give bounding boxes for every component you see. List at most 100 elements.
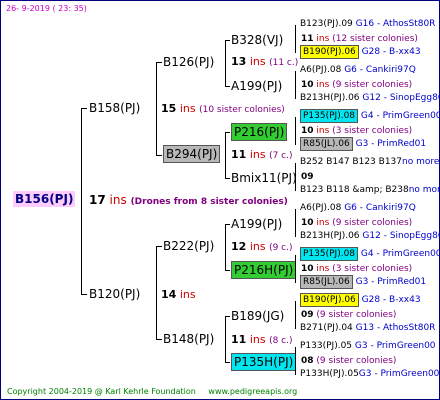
gen4-row-6: B252 B147 B123 B137no more bbox=[300, 158, 439, 167]
gen3-connector-4 bbox=[295, 209, 296, 237]
gen1-connector-0 bbox=[156, 62, 157, 155]
gen4-queen-13[interactable]: B271(PJ).04 bbox=[300, 323, 353, 333]
gen2-ins-3: 11 ins (8 c.) bbox=[231, 334, 293, 346]
gen4-queen-0[interactable]: B123(PJ).09 bbox=[300, 19, 353, 29]
gen3-connector-7 bbox=[295, 347, 296, 375]
gen1-connector-0-top bbox=[156, 62, 162, 63]
gen3-queen-1[interactable]: A199(PJ) bbox=[231, 80, 282, 92]
gen3-count-1: 10 bbox=[301, 80, 314, 90]
gen2-connector-3 bbox=[225, 316, 226, 362]
gen4-row-5: R85(JL).06 G3 - PrimRed01 bbox=[300, 137, 426, 151]
gen4-info-14: G3 - PrimGreen00 bbox=[354, 341, 436, 351]
gen4-queen-15[interactable]: P133H(PJ).05 bbox=[300, 369, 359, 379]
gen3-connector-5 bbox=[295, 255, 296, 283]
gen4-queen-5[interactable]: R85(JL).06 bbox=[300, 137, 353, 151]
gen1-queen-1[interactable]: B120(PJ) bbox=[89, 288, 140, 300]
gen3-ins-3: 09 bbox=[301, 173, 314, 182]
gen3-ins-label-1: ins bbox=[316, 80, 330, 90]
gen4-queen-3[interactable]: B213H(PJ).06 bbox=[300, 93, 360, 103]
gen4-queen-11[interactable]: R85(JL).06 bbox=[300, 275, 353, 289]
footer-url[interactable]: www.pedigreeapis.org bbox=[208, 387, 297, 396]
gen4-info-6: no more bbox=[402, 157, 440, 167]
gen3-queen-0[interactable]: B328(VJ) bbox=[231, 34, 283, 46]
gen4-queen-14[interactable]: P133(PJ).05 bbox=[300, 341, 352, 351]
gen2-connector-0-top bbox=[225, 40, 230, 41]
gen3-queen-5-label[interactable]: P216H(PJ) bbox=[231, 261, 297, 279]
gen4-info-11: G3 - PrimRed01 bbox=[355, 277, 427, 287]
gen4-queen-8[interactable]: A6(PJ).08 bbox=[300, 203, 341, 213]
gen2-note-0: (11 c.) bbox=[269, 58, 299, 68]
gen2-connector-1-top bbox=[225, 132, 230, 133]
gen3-connector-2 bbox=[295, 117, 296, 145]
gen4-queen-10[interactable]: P135(PJ).08 bbox=[300, 247, 359, 261]
gen2-queen-3[interactable]: B148(PJ) bbox=[163, 333, 214, 345]
gen2-ins-label-1: ins bbox=[249, 148, 266, 161]
gen2-queen-2[interactable]: B222(PJ) bbox=[163, 240, 214, 252]
gen4-queen-12[interactable]: B190(PJ).06 bbox=[300, 293, 359, 307]
gen4-queen-2[interactable]: A6(PJ).08 bbox=[300, 65, 341, 75]
root-queen-label[interactable]: B156(PJ) bbox=[13, 191, 76, 207]
gen1-ins-1: 14 ins bbox=[161, 289, 196, 300]
pedigree-frame: 26- 9-2019 ( 23: 35) B156(PJ) 17 ins (Dr… bbox=[0, 0, 440, 400]
gen2-note-1: (7 c.) bbox=[269, 151, 293, 161]
gen3-queen-7-label[interactable]: P135H(PJ) bbox=[231, 353, 297, 371]
gen4-queen-4[interactable]: P135(PJ).08 bbox=[300, 109, 359, 123]
gen2-ins-2: 12 ins (9 c.) bbox=[231, 241, 293, 253]
gen2-connector-1 bbox=[225, 132, 226, 178]
gen2-queen-1-label[interactable]: B294(PJ) bbox=[163, 145, 221, 163]
root-count: 17 bbox=[89, 193, 106, 207]
gen3-count-6: 09 bbox=[301, 310, 314, 320]
gen4-info-1: G28 - B-xx43 bbox=[361, 47, 421, 57]
gen2-ins-1: 11 ins (7 c.) bbox=[231, 149, 293, 161]
gen4-queen-7[interactable]: B123 B118 &amp; B238 bbox=[300, 185, 409, 195]
gen2-connector-2-top bbox=[225, 224, 230, 225]
gen1-count-0: 15 bbox=[161, 102, 177, 115]
gen2-queen-1[interactable]: B294(PJ) bbox=[163, 145, 221, 163]
gen3-queen-4[interactable]: A199(PJ) bbox=[231, 218, 282, 230]
root-note: (Drones from 8 sister colonies) bbox=[130, 197, 288, 207]
gen1-queen-0[interactable]: B158(PJ) bbox=[89, 102, 140, 114]
gen3-ins-0: 11 ins (12 sister colonies) bbox=[301, 35, 418, 44]
gen3-count-2: 10 bbox=[301, 126, 314, 136]
gen1-ins-label-1: ins bbox=[179, 288, 196, 301]
footer-copyright: Copyright 2004-2019 @ Karl Kehrle Founda… bbox=[7, 387, 196, 396]
gen2-note-2: (9 c.) bbox=[269, 243, 293, 253]
gen3-queen-2[interactable]: P216(PJ) bbox=[231, 123, 288, 141]
gen3-note-7: (9 sister colonies) bbox=[316, 356, 397, 366]
gen4-queen-9[interactable]: B213H(PJ).06 bbox=[300, 231, 360, 241]
gen2-count-2: 12 bbox=[231, 240, 247, 253]
gen3-connector-3 bbox=[295, 163, 296, 191]
gen3-queen-7[interactable]: P135H(PJ) bbox=[231, 353, 297, 371]
gen4-row-14: P133(PJ).05 G3 - PrimGreen00 bbox=[300, 342, 436, 351]
gen4-info-0: G16 - AthosSt80R bbox=[355, 19, 436, 29]
gen3-queen-2-label[interactable]: P216(PJ) bbox=[231, 123, 288, 141]
gen3-connector-0 bbox=[295, 25, 296, 53]
gen3-note-0: (12 sister colonies) bbox=[332, 34, 418, 44]
gen3-count-3: 09 bbox=[301, 172, 314, 182]
gen4-info-12: G28 - B-xx43 bbox=[361, 295, 421, 305]
gen4-row-11: R85(JL).06 G3 - PrimRed01 bbox=[300, 275, 427, 289]
gen3-count-4: 10 bbox=[301, 218, 314, 228]
gen4-info-10: G4 - PrimGreen00 bbox=[360, 249, 440, 259]
gen2-note-3: (8 c.) bbox=[269, 336, 293, 346]
gen2-count-3: 11 bbox=[231, 333, 247, 346]
gen3-queen-5[interactable]: P216H(PJ) bbox=[231, 261, 297, 279]
gen4-queen-1[interactable]: B190(PJ).06 bbox=[300, 45, 359, 59]
gen3-queen-6[interactable]: B189(JG) bbox=[231, 310, 284, 322]
gen2-ins-label-0: ins bbox=[249, 55, 266, 68]
gen2-queen-0[interactable]: B126(PJ) bbox=[163, 56, 214, 68]
gen3-queen-3[interactable]: Bmix11(PJ) bbox=[231, 172, 297, 184]
gen3-note-4: (9 sister colonies) bbox=[332, 218, 413, 228]
gen3-ins-7: 08 (9 sister colonies) bbox=[301, 357, 396, 366]
gen4-info-4: G4 - PrimGreen00 bbox=[360, 111, 440, 121]
gen2-ins-label-3: ins bbox=[249, 333, 266, 346]
root-queen[interactable]: B156(PJ) bbox=[13, 191, 76, 207]
gen3-ins-5: 10 ins (3 sister colonies) bbox=[301, 265, 412, 274]
gen2-connector-3-top bbox=[225, 316, 230, 317]
gen4-queen-6[interactable]: B252 B147 B123 B137 bbox=[300, 157, 402, 167]
gen2-count-1: 11 bbox=[231, 148, 247, 161]
gen3-count-7: 08 bbox=[301, 356, 314, 366]
gen3-ins-4: 10 ins (9 sister colonies) bbox=[301, 219, 412, 228]
gen4-row-12: B190(PJ).06 G28 - B-xx43 bbox=[300, 293, 421, 307]
gen3-connector-1 bbox=[295, 71, 296, 99]
